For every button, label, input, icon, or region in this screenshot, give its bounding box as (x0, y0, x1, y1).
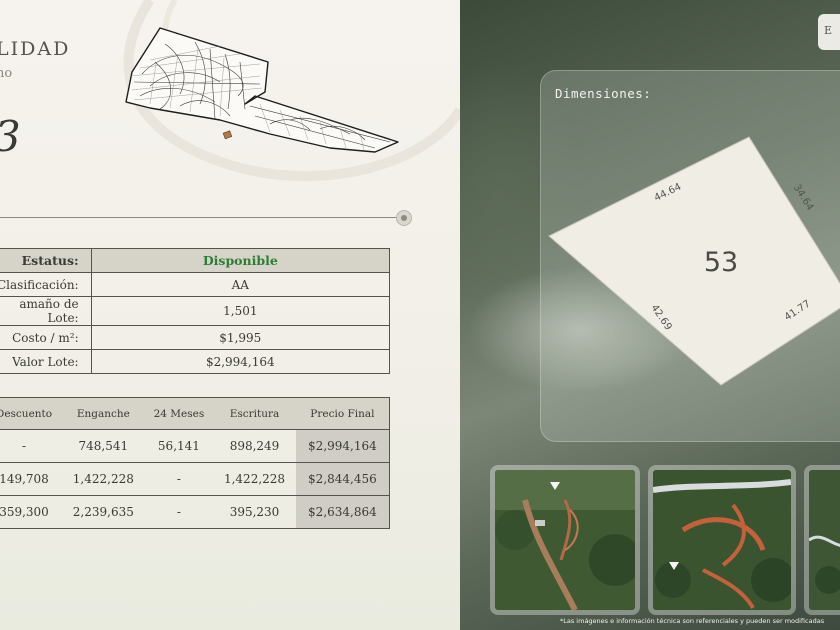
aerial-photo (653, 470, 791, 610)
discount-cell: 149,708 (0, 462, 63, 496)
table-row: Costo / m²: $1,995 (0, 325, 391, 350)
table-header-row: Descuento Enganche 24 Meses Escritura Pr… (0, 397, 390, 430)
payment-plans-table: Descuento Enganche 24 Meses Escritura Pr… (0, 397, 390, 529)
down-payment-cell: 1,422,228 (62, 462, 145, 496)
lot-polygon (548, 136, 840, 386)
monthly-cell: - (144, 495, 214, 529)
table-row: Clasificación: AA (0, 272, 391, 297)
classification-label: Clasificación: (0, 272, 92, 297)
col-header-discount: Descuento (0, 397, 63, 430)
status-label: Estatus: (0, 248, 92, 273)
gallery-thumbnail-3[interactable] (804, 465, 840, 615)
lot-value-value: $2,994,164 (90, 349, 391, 374)
development-subtitle: no (0, 66, 13, 81)
development-title: LIDAD (0, 38, 71, 60)
final-price-cell: $2,634,864 (295, 495, 390, 529)
table-row: Estatus: Disponible (0, 248, 391, 273)
lot-value-label: Valor Lote: (0, 349, 92, 374)
lot-size-value: 1,501 (90, 296, 391, 326)
top-menu-button[interactable]: E (818, 14, 840, 50)
slider-handle[interactable] (396, 210, 412, 226)
deed-cell: 1,422,228 (213, 462, 296, 496)
aerial-photo (809, 470, 840, 610)
table-row[interactable]: - 748,541 56,141 898,249 $2,994,164 (0, 429, 390, 463)
classification-value: AA (90, 272, 391, 297)
down-payment-cell: 2,239,635 (62, 495, 145, 529)
discount-cell: - (0, 429, 63, 463)
final-price-cell: $2,994,164 (295, 429, 390, 463)
discount-cell: 359,300 (0, 495, 63, 529)
table-row: Valor Lote: $2,994,164 (0, 349, 391, 374)
final-price-cell: $2,844,456 (295, 462, 390, 496)
selected-lot-marker (222, 130, 233, 140)
table-row: amaño de Lote: 1,501 (0, 296, 391, 326)
monthly-cell: - (144, 462, 214, 496)
lot-detail-panel: LIDAD no 3 (0, 0, 460, 630)
masterplan-map[interactable] (120, 24, 405, 159)
lot-number-label: 53 (704, 247, 738, 278)
monthly-cell: 56,141 (144, 429, 214, 463)
lot-size-label: amaño de Lote: (0, 296, 92, 326)
table-row[interactable]: 359,300 2,239,635 - 395,230 $2,634,864 (0, 495, 390, 529)
aerial-view-panel: E Dimensiones: 53 44.64 34.64 41.77 42.6… (460, 0, 840, 630)
disclaimer-text: *Las imágenes e información técnica son … (560, 617, 825, 625)
col-header-final-price: Precio Final (295, 397, 390, 430)
col-header-24-months: 24 Meses (144, 397, 214, 430)
dimensions-card: Dimensiones: 53 44.64 34.64 41.77 42.69 (540, 70, 840, 442)
table-row[interactable]: 149,708 1,422,228 - 1,422,228 $2,844,456 (0, 462, 390, 496)
col-header-deed: Escritura (213, 397, 296, 430)
col-header-down-payment: Enganche (62, 397, 145, 430)
aerial-photo (495, 470, 635, 610)
status-value: Disponible (90, 248, 391, 273)
down-payment-cell: 748,541 (62, 429, 145, 463)
gallery-thumbnail-2[interactable] (648, 465, 796, 615)
side-label-top-right: 34.64 (791, 183, 816, 213)
lot-number-heading: 3 (0, 112, 21, 161)
cost-per-m2-label: Costo / m²: (0, 325, 92, 350)
gallery-thumbnail-1[interactable] (490, 465, 640, 615)
deed-cell: 395,230 (213, 495, 296, 529)
lot-shape-diagram: 53 44.64 34.64 41.77 42.69 (548, 136, 840, 386)
slider-track[interactable] (0, 217, 400, 218)
lot-info-table: Estatus: Disponible Clasificación: AA am… (0, 248, 391, 374)
cost-per-m2-value: $1,995 (90, 325, 391, 350)
deed-cell: 898,249 (213, 429, 296, 463)
